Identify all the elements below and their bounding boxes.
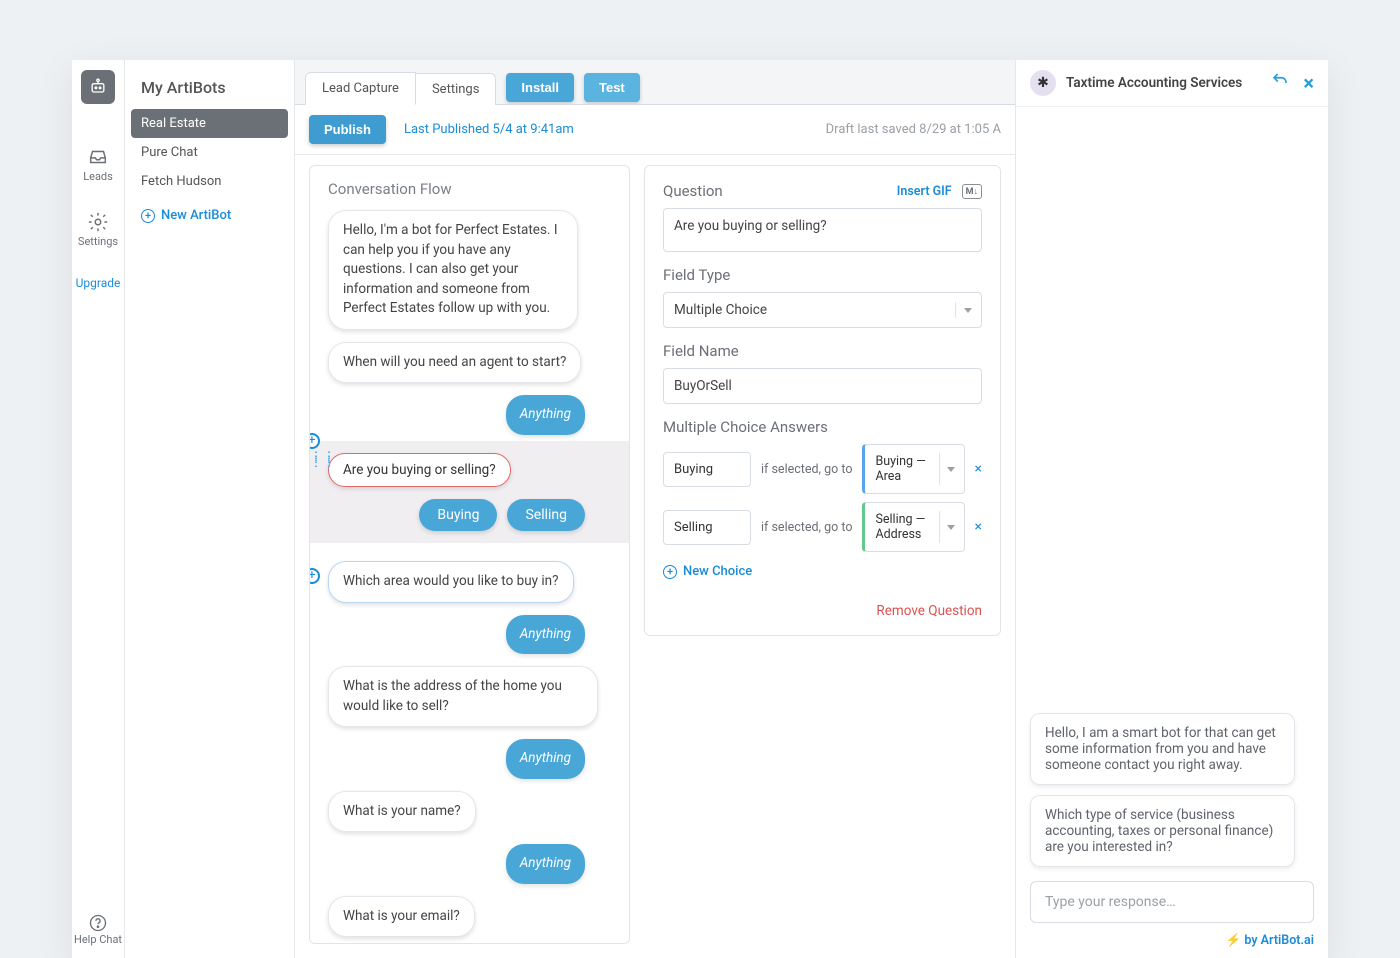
- question-text-input[interactable]: Are you buying or selling?: [663, 208, 982, 252]
- bots-sidebar: My ArtiBots Real Estate Pure Chat Fetch …: [125, 60, 295, 958]
- bot-item-fetch-hudson[interactable]: Fetch Hudson: [125, 167, 294, 196]
- toolbar: Publish Last Published 5/4 at 9:41am Dra…: [295, 105, 1015, 155]
- selected-node-region: + ⋮⋮⋮⋮ Are you buying or selling? Buying…: [310, 441, 629, 543]
- goto-label-1: if selected, go to: [761, 462, 852, 477]
- new-choice-label: New Choice: [683, 564, 752, 579]
- goto-select-2[interactable]: Selling — Address: [862, 502, 964, 552]
- bot-item-pure-chat[interactable]: Pure Chat: [125, 138, 294, 167]
- inbox-icon: [87, 146, 109, 168]
- user-response-anything-4[interactable]: Anything: [506, 844, 585, 884]
- preview-title: Taxtime Accounting Services: [1066, 75, 1242, 91]
- last-published-text: Last Published 5/4 at 9:41am: [404, 122, 574, 137]
- question-config-card: Question Insert GIF M↓ Are you buying or…: [644, 165, 1001, 636]
- conversation-flow-card: Conversation Flow Hello, I'm a bot for P…: [309, 165, 630, 944]
- config-question-label: Question: [663, 182, 723, 200]
- tab-lead-capture[interactable]: Lead Capture: [305, 72, 416, 105]
- bot-question-address[interactable]: What is the address of the home you woul…: [328, 666, 598, 727]
- choice-selling[interactable]: Selling: [507, 499, 585, 531]
- bot-question-email[interactable]: What is your email?: [328, 896, 475, 938]
- app-shell: Leads Settings Upgrade Help Chat My Arti…: [72, 60, 1328, 958]
- bot-question-agent[interactable]: When will you need an agent to start?: [328, 342, 581, 384]
- bot-message-intro[interactable]: Hello, I'm a bot for Perfect Estates. I …: [328, 210, 578, 330]
- preview-body: Hello, I am a smart bot for that can get…: [1016, 107, 1328, 881]
- app-logo[interactable]: [81, 70, 115, 104]
- answers-label: Multiple Choice Answers: [663, 418, 982, 436]
- remove-answer-1[interactable]: ×: [975, 461, 982, 477]
- new-artibot-button[interactable]: + New ArtiBot: [125, 196, 294, 235]
- publish-button[interactable]: Publish: [309, 115, 386, 144]
- help-icon: [88, 913, 108, 933]
- bot-question-area[interactable]: Which area would you like to buy in?: [328, 561, 574, 603]
- new-artibot-label: New ArtiBot: [161, 208, 231, 223]
- field-name-label: Field Name: [663, 342, 982, 360]
- nav-upgrade[interactable]: Upgrade: [76, 276, 121, 290]
- nav-leads[interactable]: Leads: [83, 146, 113, 183]
- preview-footer[interactable]: ⚡ by ArtiBot.ai: [1016, 933, 1328, 958]
- plus-icon: +: [141, 209, 155, 223]
- bot-question-name[interactable]: What is your name?: [328, 791, 476, 833]
- flow-title: Conversation Flow: [310, 166, 629, 204]
- goto-label-2: if selected, go to: [761, 520, 852, 535]
- gear-icon: [87, 211, 109, 233]
- field-name-input[interactable]: BuyOrSell: [663, 368, 982, 404]
- undo-icon[interactable]: [1271, 71, 1289, 89]
- preview-message-1: Hello, I am a smart bot for that can get…: [1030, 713, 1295, 785]
- test-button[interactable]: Test: [584, 73, 640, 102]
- insert-gif-link[interactable]: Insert GIF: [897, 184, 952, 199]
- preview-avatar-icon: ✱: [1030, 70, 1056, 96]
- nav-help[interactable]: Help Chat: [74, 913, 122, 946]
- user-response-anything-2[interactable]: Anything: [506, 615, 585, 655]
- goto-select-1[interactable]: Buying — Area: [862, 444, 964, 494]
- tab-settings[interactable]: Settings: [416, 73, 496, 105]
- config-header-question: Question Insert GIF M↓: [663, 182, 982, 200]
- preview-message-2: Which type of service (business accounti…: [1030, 795, 1295, 867]
- content-shell: Publish Last Published 5/4 at 9:41am Dra…: [295, 104, 1015, 958]
- nav-settings[interactable]: Settings: [78, 211, 118, 248]
- close-icon[interactable]: ×: [1303, 71, 1314, 95]
- draft-saved-text: Draft last saved 8/29 at 1:05 A: [826, 122, 1001, 137]
- tabs-row: Lead Capture Settings Install Test: [295, 60, 1015, 104]
- nav-leads-label: Leads: [83, 170, 113, 183]
- nav-help-label: Help Chat: [74, 933, 122, 946]
- user-response-anything-1[interactable]: Anything: [506, 395, 585, 435]
- chat-preview-panel: ✱ Taxtime Accounting Services × Hello, I…: [1015, 60, 1328, 958]
- bot-item-real-estate[interactable]: Real Estate: [131, 109, 288, 138]
- preview-footer-text: by ArtiBot.ai: [1244, 933, 1314, 948]
- drag-handle-icon[interactable]: ⋮⋮⋮⋮: [310, 453, 336, 465]
- plus-icon: +: [663, 565, 677, 579]
- editor-columns: Conversation Flow Hello, I'm a bot for P…: [295, 155, 1015, 958]
- selected-question-bubble[interactable]: Are you buying or selling?: [328, 453, 511, 487]
- new-choice-button[interactable]: + New Choice: [663, 564, 982, 579]
- remove-question-link[interactable]: Remove Question: [663, 603, 982, 619]
- add-node-before[interactable]: +: [309, 433, 320, 449]
- main-area: Lead Capture Settings Install Test Publi…: [295, 60, 1015, 958]
- answer-input-1[interactable]: Buying: [663, 452, 751, 487]
- answer-input-2[interactable]: Selling: [663, 510, 751, 545]
- preview-response-input[interactable]: Type your response…: [1030, 881, 1314, 923]
- field-type-select[interactable]: Multiple Choice: [663, 292, 982, 328]
- bolt-icon: ⚡: [1226, 933, 1242, 948]
- install-button[interactable]: Install: [506, 73, 574, 102]
- field-type-label: Field Type: [663, 266, 982, 284]
- icon-rail: Leads Settings Upgrade Help Chat: [72, 60, 125, 958]
- preview-header: ✱ Taxtime Accounting Services ×: [1016, 60, 1328, 107]
- user-response-anything-3[interactable]: Anything: [506, 739, 585, 779]
- choice-buying[interactable]: Buying: [419, 499, 497, 531]
- markdown-badge[interactable]: M↓: [962, 184, 982, 199]
- remove-answer-2[interactable]: ×: [975, 519, 982, 535]
- nav-settings-label: Settings: [78, 235, 118, 248]
- sidebar-title: My ArtiBots: [125, 78, 294, 109]
